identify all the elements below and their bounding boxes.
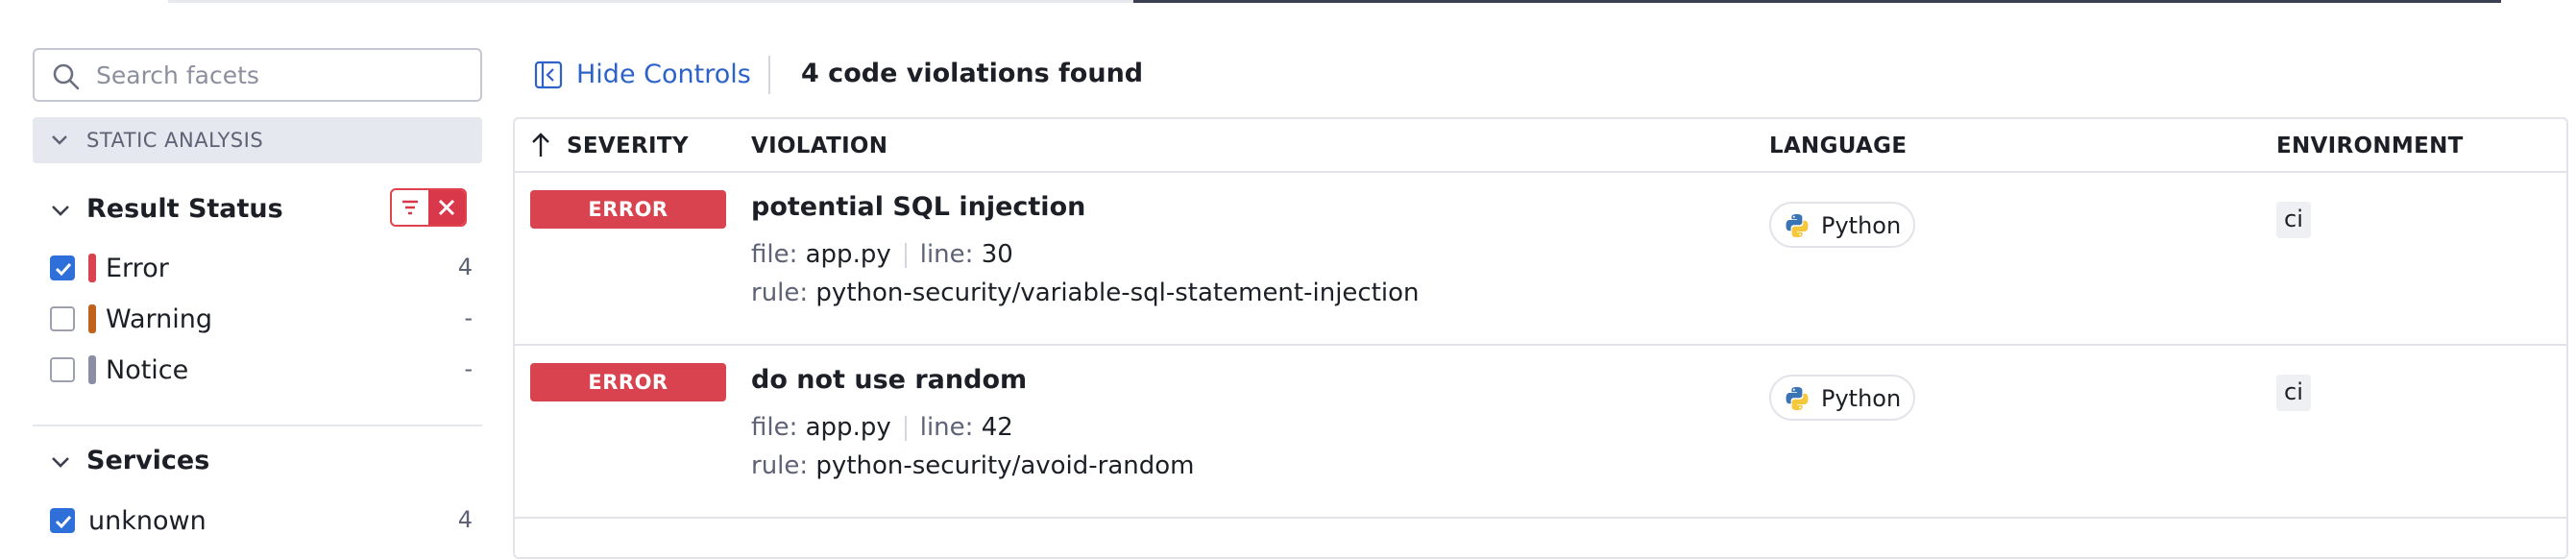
error-color-swatch bbox=[88, 254, 96, 282]
hide-controls-button[interactable]: Hide Controls bbox=[534, 58, 755, 92]
violation-location: file: app.py line: 30 bbox=[751, 240, 1013, 269]
file-value: app.py bbox=[805, 413, 891, 442]
notice-checkbox[interactable] bbox=[50, 357, 75, 382]
sort-up-icon[interactable] bbox=[530, 132, 551, 158]
line-value: 42 bbox=[981, 413, 1013, 442]
file-key: file: bbox=[751, 240, 798, 269]
table-header: SEVERITY VIOLATION LANGUAGE ENVIRONMENT bbox=[515, 119, 2566, 173]
facet-item-count: 4 bbox=[457, 254, 473, 280]
static-analysis-section[interactable]: STATIC ANALYSIS bbox=[33, 117, 482, 163]
separator bbox=[904, 415, 907, 441]
chevron-down-icon bbox=[52, 206, 69, 216]
file-key: file: bbox=[751, 413, 798, 442]
column-header-violation[interactable]: VIOLATION bbox=[751, 134, 887, 158]
language-label: Python bbox=[1821, 385, 1902, 412]
facet-item-count: 4 bbox=[457, 506, 473, 533]
facet-item-warning[interactable]: Warning - bbox=[33, 299, 482, 337]
separator bbox=[904, 242, 907, 268]
severity-badge: ERROR bbox=[530, 363, 726, 401]
facet-title: Services bbox=[86, 446, 210, 475]
column-header-environment[interactable]: ENVIRONMENT bbox=[2276, 134, 2464, 158]
severity-badge: ERROR bbox=[530, 190, 726, 229]
search-icon bbox=[53, 63, 80, 90]
checkmark-icon bbox=[55, 515, 72, 529]
violations-table: SEVERITY VIOLATION LANGUAGE ENVIRONMENT … bbox=[513, 117, 2568, 559]
facet-item-count: - bbox=[464, 304, 473, 331]
line-value: 30 bbox=[981, 240, 1013, 269]
language-tag: Python bbox=[1769, 202, 1915, 248]
violation-rule: rule: python-security/variable-sql-state… bbox=[751, 279, 1420, 307]
table-row[interactable]: ERROR potential SQL injection file: app.… bbox=[515, 173, 2566, 346]
close-icon bbox=[438, 199, 455, 216]
line-key: line: bbox=[919, 240, 974, 269]
facet-sidebar: STATIC ANALYSIS Result Status bbox=[33, 0, 482, 542]
facet-item-notice[interactable]: Notice - bbox=[33, 350, 482, 388]
facet-item-label: Warning bbox=[106, 304, 213, 334]
facet-item-label: Error bbox=[106, 254, 169, 283]
line-key: line: bbox=[919, 413, 974, 442]
facet-services-header[interactable]: Services bbox=[33, 440, 482, 482]
search-box[interactable] bbox=[33, 48, 482, 102]
chevron-down-icon bbox=[52, 135, 67, 145]
warning-color-swatch bbox=[88, 304, 96, 333]
section-label: STATIC ANALYSIS bbox=[86, 129, 264, 152]
error-checkbox[interactable] bbox=[50, 255, 75, 280]
python-icon bbox=[1786, 387, 1809, 410]
facet-item-label: unknown bbox=[88, 506, 207, 536]
facet-result-status-header[interactable]: Result Status bbox=[33, 188, 482, 231]
facet-item-unknown[interactable]: unknown 4 bbox=[33, 500, 482, 539]
rule-key: rule: bbox=[751, 279, 809, 307]
environment-tag: ci bbox=[2276, 202, 2311, 238]
rule-value: python-security/avoid-random bbox=[815, 451, 1195, 480]
search-input[interactable] bbox=[96, 58, 471, 92]
warning-checkbox[interactable] bbox=[50, 306, 75, 331]
rule-key: rule: bbox=[751, 451, 809, 480]
filter-icon bbox=[402, 200, 418, 215]
toolbar-separator bbox=[768, 56, 770, 94]
sidebar-collapse-icon bbox=[534, 61, 563, 89]
column-header-language[interactable]: LANGUAGE bbox=[1769, 134, 1907, 158]
unknown-checkbox[interactable] bbox=[50, 508, 75, 533]
language-label: Python bbox=[1821, 212, 1902, 239]
column-header-severity[interactable]: SEVERITY bbox=[567, 134, 689, 158]
python-icon bbox=[1786, 214, 1809, 237]
chevron-down-icon bbox=[52, 457, 69, 468]
violation-title: potential SQL injection bbox=[751, 192, 1086, 222]
top-border-dark bbox=[1133, 0, 2501, 3]
language-tag: Python bbox=[1769, 375, 1915, 421]
results-toolbar: Hide Controls 4 code violations found bbox=[534, 56, 1879, 94]
facet-actions bbox=[390, 188, 467, 227]
violation-rule: rule: python-security/avoid-random bbox=[751, 451, 1195, 480]
facet-item-count: - bbox=[464, 355, 473, 382]
filter-button[interactable] bbox=[392, 190, 428, 225]
facet-item-error[interactable]: Error 4 bbox=[33, 248, 482, 286]
rule-value: python-security/variable-sql-statement-i… bbox=[815, 279, 1420, 307]
result-count: 4 code violations found bbox=[801, 59, 1144, 88]
violation-location: file: app.py line: 42 bbox=[751, 413, 1013, 442]
table-row[interactable]: ERROR do not use random file: app.py line… bbox=[515, 346, 2566, 519]
hide-controls-label: Hide Controls bbox=[576, 60, 751, 89]
facet-divider bbox=[33, 425, 482, 426]
clear-filter-button[interactable] bbox=[428, 190, 465, 225]
file-value: app.py bbox=[805, 240, 891, 269]
facet-item-label: Notice bbox=[106, 355, 189, 385]
checkmark-icon bbox=[55, 262, 72, 277]
environment-tag: ci bbox=[2276, 375, 2311, 411]
facet-title: Result Status bbox=[86, 194, 283, 224]
violation-title: do not use random bbox=[751, 365, 1028, 395]
notice-color-swatch bbox=[88, 355, 96, 384]
